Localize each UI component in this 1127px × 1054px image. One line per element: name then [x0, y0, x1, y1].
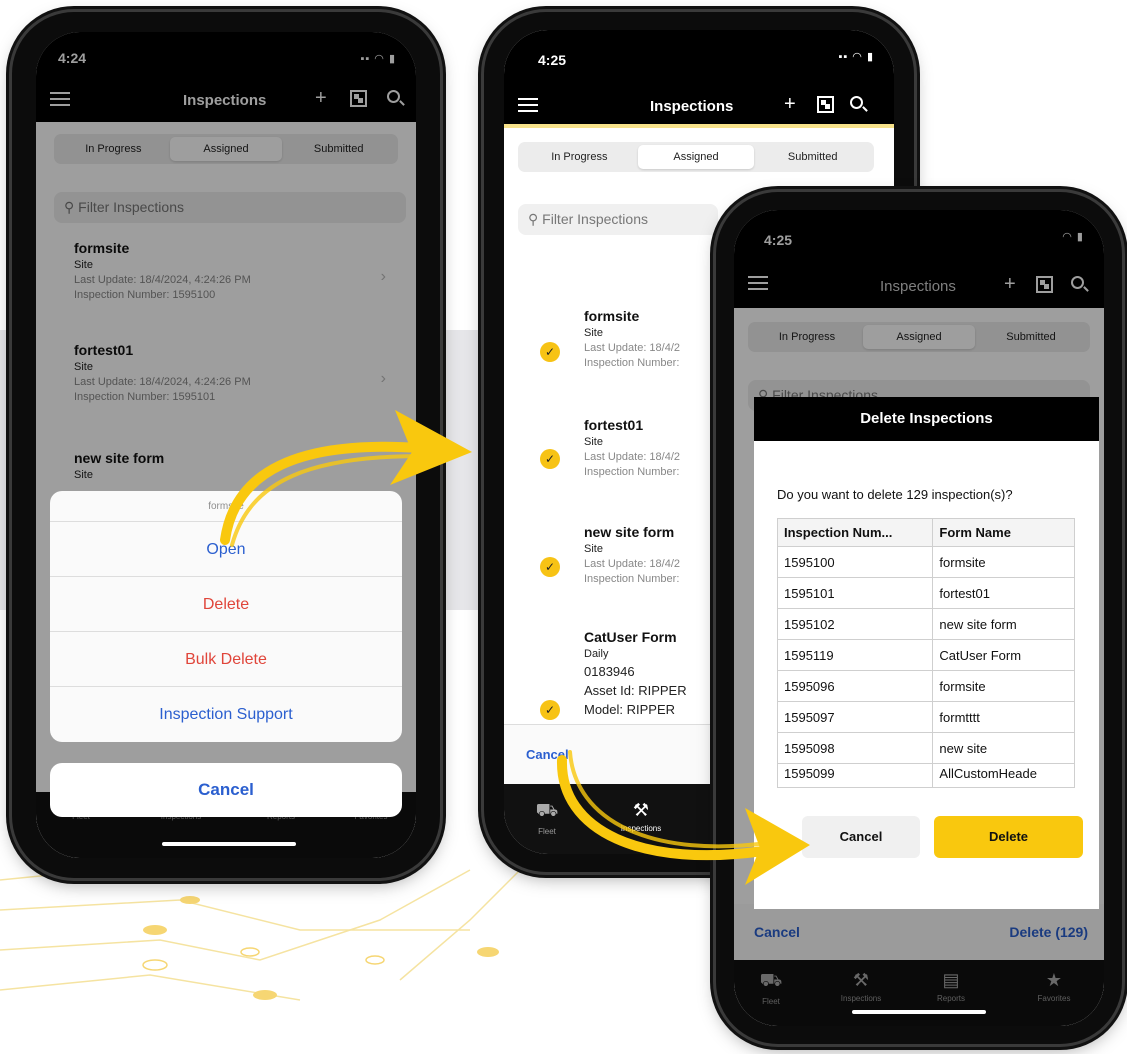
cell-number: 1595098	[776, 732, 934, 764]
tab-inspections-label: Inspections	[620, 824, 662, 833]
table-row: 1595102 new site form	[776, 608, 1075, 640]
item-type: Daily	[584, 648, 609, 660]
qr-scan-icon[interactable]	[817, 96, 834, 113]
cell-number: 1595101	[776, 577, 934, 609]
cell-form: new site form	[932, 608, 1075, 640]
delete-dialog: Delete Inspections Do you want to delete…	[754, 397, 1099, 909]
item-update: Last Update: 18/4/2	[584, 558, 681, 570]
inspection-table: Inspection Num... Form Name 1595100 forms…	[776, 518, 1075, 788]
cell-number: 1595119	[776, 639, 934, 671]
table-row: 1595101 fortest01	[776, 577, 1075, 609]
cell-form: CatUser Form	[932, 639, 1075, 671]
menu-icon[interactable]	[518, 98, 538, 112]
dialog-message: Do you want to delete 129 inspection(s)?	[777, 487, 1013, 502]
dialog-title: Delete Inspections	[754, 397, 1099, 441]
cell-number: 1595102	[776, 608, 934, 640]
action-sheet-title: formsite	[50, 491, 402, 522]
item-asset: Asset Id: RIPPER	[584, 683, 687, 698]
item-title: CatUser Form	[584, 629, 677, 645]
tab-in-progress[interactable]: In Progress	[521, 145, 638, 169]
item-title: formsite	[584, 308, 640, 324]
inspections-icon: ⚒	[632, 800, 650, 820]
delete-button[interactable]: Delete	[50, 577, 402, 632]
item-number: Inspection Number:	[584, 357, 680, 369]
list-item[interactable]: formsite Site Last Update: 18/4/2 Inspec…	[584, 308, 680, 369]
fleet-icon: ⛟	[535, 800, 559, 820]
cell-number: 1595097	[776, 701, 934, 733]
cell-number: 1595096	[776, 670, 934, 702]
cell-form: AllCustomHeade	[932, 763, 1075, 788]
cell-number: 1595099	[776, 763, 934, 788]
phone-1-screen: 4:24 ▪▪ ◠ ▮ Inspections + In Progress As…	[36, 32, 416, 858]
cancel-link[interactable]: Cancel	[526, 747, 569, 762]
page-title: Inspections	[650, 98, 734, 115]
filter-placeholder: Filter Inspections	[542, 211, 648, 227]
item-update: Last Update: 18/4/2	[584, 451, 681, 463]
list-item[interactable]: CatUser Form Daily 0183946 Asset Id: RIP…	[584, 629, 687, 717]
search-icon[interactable]	[850, 96, 863, 109]
search-icon: ⚲	[528, 211, 539, 227]
item-type: Site	[584, 436, 603, 448]
inspection-support-button[interactable]: Inspection Support	[50, 687, 402, 742]
signal-icon: ▪▪ ◠ ▮	[838, 51, 874, 63]
item-type: Site	[584, 327, 603, 339]
home-indicator	[852, 1010, 986, 1014]
list-item[interactable]: fortest01 Site Last Update: 18/4/2 Inspe…	[584, 417, 680, 478]
add-icon[interactable]: +	[784, 94, 796, 114]
status-time: 4:25	[538, 52, 567, 68]
tab-fleet-label: Fleet	[538, 827, 556, 836]
cell-form: new site	[932, 732, 1075, 764]
column-header: Inspection Num...	[776, 518, 934, 547]
item-type: Site	[584, 543, 603, 555]
tab-inspections[interactable]: ⚒ Inspections	[606, 800, 676, 833]
table-row: 1595100 formsite	[776, 546, 1075, 578]
tab-submitted[interactable]: Submitted	[754, 145, 871, 169]
table-row: 1595099 AllCustomHeade	[776, 763, 1075, 788]
table-row: 1595119 CatUser Form	[776, 639, 1075, 671]
checkmark-icon[interactable]: ✓	[540, 342, 560, 362]
tab-assigned[interactable]: Assigned	[637, 145, 755, 169]
segment-control: In Progress Assigned Submitted	[518, 142, 874, 172]
cell-number: 1595100	[776, 546, 934, 578]
action-sheet: formsite Open Delete Bulk Delete Inspect…	[50, 491, 402, 742]
checkmark-icon[interactable]: ✓	[540, 557, 560, 577]
table-row: 1595098 new site	[776, 732, 1075, 764]
phone-1: 4:24 ▪▪ ◠ ▮ Inspections + In Progress As…	[12, 12, 440, 878]
nav-bar: Inspections +	[504, 84, 894, 128]
home-indicator	[162, 842, 296, 846]
status-bar: 4:25 ▪▪ ◠ ▮	[504, 30, 894, 90]
column-header: Form Name	[932, 518, 1075, 547]
table-row: 1595096 formsite	[776, 670, 1075, 702]
checkmark-icon[interactable]: ✓	[540, 700, 560, 720]
item-code: 0183946	[584, 664, 635, 679]
item-update: Last Update: 18/4/2	[584, 342, 681, 354]
cell-form: fortest01	[932, 577, 1075, 609]
cell-form: formsite	[932, 670, 1075, 702]
list-item[interactable]: new site form Site Last Update: 18/4/2 I…	[584, 524, 680, 585]
table-row: 1595097 formtttt	[776, 701, 1075, 733]
dialog-delete-button[interactable]: Delete	[934, 816, 1083, 858]
item-title: fortest01	[584, 417, 644, 433]
cell-form: formsite	[932, 546, 1075, 578]
open-button[interactable]: Open	[50, 522, 402, 577]
item-model: Model: RIPPER	[584, 702, 676, 717]
item-number: Inspection Number:	[584, 466, 680, 478]
item-title: new site form	[584, 524, 675, 540]
item-number: Inspection Number:	[584, 573, 680, 585]
tab-fleet[interactable]: ⛟ Fleet	[512, 800, 582, 836]
dialog-cancel-button[interactable]: Cancel	[802, 816, 920, 858]
checkmark-icon[interactable]: ✓	[540, 449, 560, 469]
cell-form: formtttt	[932, 701, 1075, 733]
sheet-cancel-button[interactable]: Cancel	[50, 763, 402, 817]
bulk-delete-button[interactable]: Bulk Delete	[50, 632, 402, 687]
filter-input[interactable]: ⚲ Filter Inspections	[518, 204, 718, 235]
